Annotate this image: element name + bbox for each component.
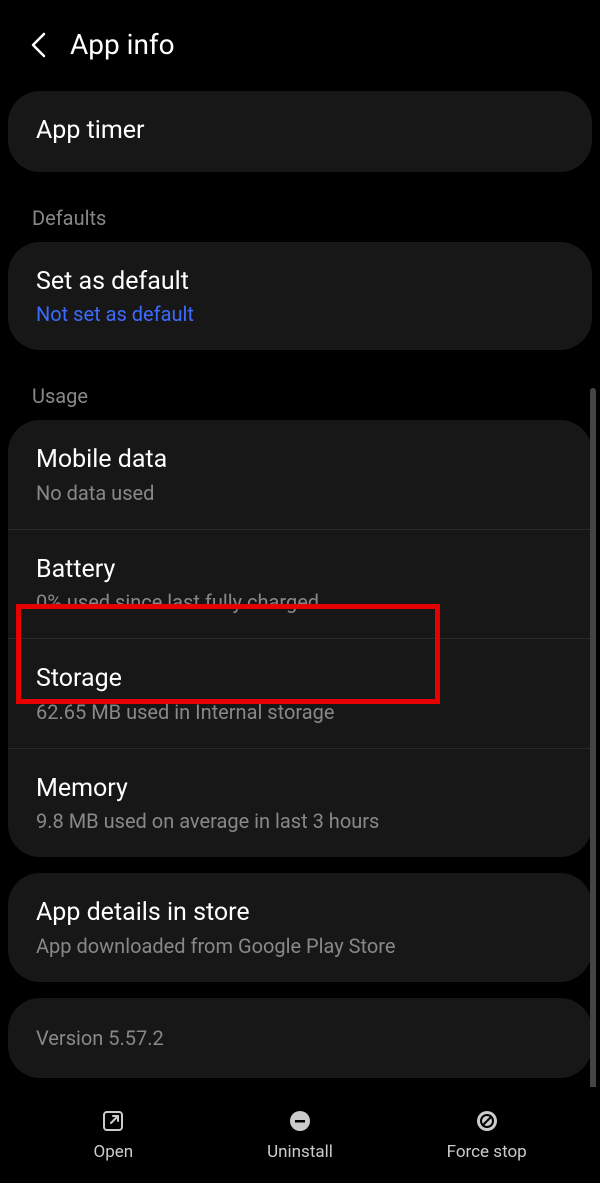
battery-item[interactable]: Battery 0% used since last fully charged <box>8 530 592 640</box>
battery-sub: 0% used since last fully charged <box>36 590 564 614</box>
force-stop-label: Force stop <box>447 1142 527 1162</box>
back-icon[interactable] <box>28 35 48 55</box>
uninstall-label: Uninstall <box>267 1142 333 1162</box>
mobile-data-title: Mobile data <box>36 444 564 477</box>
battery-title: Battery <box>36 554 564 587</box>
scrollbar[interactable] <box>590 388 596 1094</box>
storage-title: Storage <box>36 663 564 696</box>
version-text: Version 5.57.2 <box>8 998 592 1078</box>
page-title: App info <box>70 28 175 61</box>
open-button[interactable]: Open <box>20 1108 207 1162</box>
open-icon <box>100 1108 126 1134</box>
memory-item[interactable]: Memory 9.8 MB used on average in last 3 … <box>8 749 592 858</box>
mobile-data-item[interactable]: Mobile data No data used <box>8 420 592 530</box>
force-stop-button[interactable]: Force stop <box>393 1108 580 1162</box>
defaults-section-header: Defaults <box>8 188 592 242</box>
storage-item[interactable]: Storage 62.65 MB used in Internal storag… <box>8 639 592 749</box>
store-title: App details in store <box>36 897 564 930</box>
memory-sub: 9.8 MB used on average in last 3 hours <box>36 809 564 833</box>
store-sub: App downloaded from Google Play Store <box>36 934 564 958</box>
memory-title: Memory <box>36 773 564 806</box>
bottom-nav: Open Uninstall Force stop <box>0 1087 600 1183</box>
set-default-title: Set as default <box>36 266 564 299</box>
app-timer-item[interactable]: App timer <box>8 91 592 172</box>
storage-sub: 62.65 MB used in Internal storage <box>36 700 564 724</box>
set-as-default-item[interactable]: Set as default Not set as default <box>8 242 592 351</box>
uninstall-button[interactable]: Uninstall <box>207 1108 394 1162</box>
app-details-store-item[interactable]: App details in store App downloaded from… <box>8 873 592 982</box>
open-label: Open <box>94 1142 134 1162</box>
usage-section-header: Usage <box>8 366 592 420</box>
mobile-data-sub: No data used <box>36 481 564 505</box>
app-timer-title: App timer <box>36 115 564 148</box>
set-default-sub: Not set as default <box>36 302 564 326</box>
force-stop-icon <box>474 1108 500 1134</box>
uninstall-icon <box>287 1108 313 1134</box>
